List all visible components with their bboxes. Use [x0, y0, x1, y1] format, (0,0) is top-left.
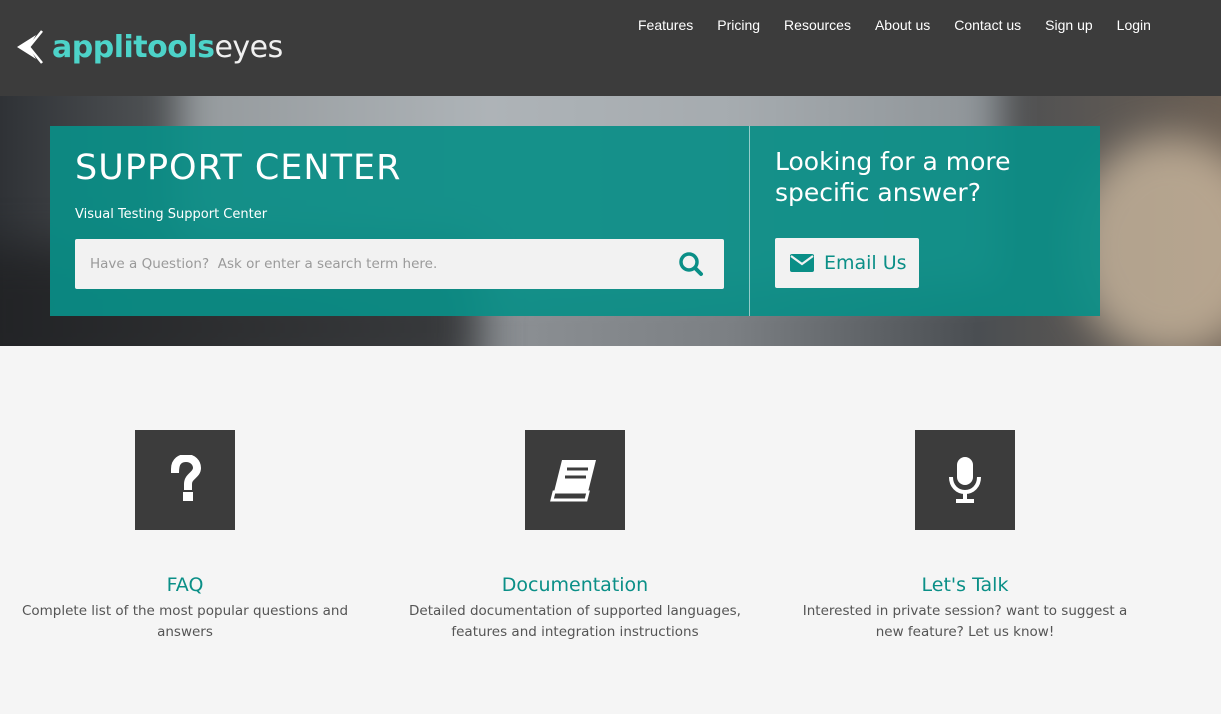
- faq-description: Complete list of the most popular questi…: [21, 603, 349, 640]
- nav-pricing[interactable]: Pricing: [705, 16, 772, 34]
- search-input[interactable]: [75, 239, 665, 289]
- support-center-title: SUPPORT CENTER: [75, 148, 402, 188]
- email-us-label: Email Us: [824, 252, 907, 274]
- search-icon: [679, 252, 703, 276]
- nav-login[interactable]: Login: [1105, 16, 1163, 34]
- lets-talk-tile[interactable]: [915, 430, 1015, 530]
- microphone-icon: [949, 457, 981, 503]
- support-center-subtitle: Visual Testing Support Center: [75, 207, 268, 222]
- nav-about-us[interactable]: About us: [863, 16, 942, 34]
- envelope-icon: [790, 254, 814, 272]
- lets-talk-title[interactable]: Let's Talk: [770, 573, 1160, 597]
- main-nav: Features Pricing Resources About us Cont…: [626, 16, 1163, 34]
- search-button[interactable]: [675, 250, 709, 278]
- nav-features[interactable]: Features: [626, 16, 705, 34]
- specific-answer-heading: Looking for a more specific answer?: [775, 147, 1011, 207]
- panel-divider: [749, 126, 750, 316]
- documentation-tile[interactable]: [525, 430, 625, 530]
- nav-contact-us[interactable]: Contact us: [942, 16, 1033, 34]
- lets-talk-description: Interested in private session? want to s…: [802, 603, 1128, 640]
- search-box: [75, 239, 724, 289]
- nav-resources[interactable]: Resources: [772, 16, 863, 34]
- logo-mark-icon: [17, 30, 43, 64]
- nav-sign-up[interactable]: Sign up: [1033, 16, 1104, 34]
- email-us-button[interactable]: Email Us: [775, 238, 919, 288]
- documentation-title[interactable]: Documentation: [380, 573, 770, 597]
- documentation-description: Detailed documentation of supported lang…: [409, 603, 741, 640]
- top-header: applitoolseyes Features Pricing Resource…: [0, 0, 1221, 96]
- logo-text-eyes: eyes: [214, 29, 283, 65]
- faq-tile[interactable]: [135, 430, 235, 530]
- question-icon: [170, 455, 202, 501]
- applitools-logo[interactable]: applitoolseyes: [14, 27, 283, 67]
- book-icon: [550, 460, 596, 502]
- faq-title[interactable]: FAQ: [0, 573, 380, 597]
- logo-text-applitools: applitools: [52, 29, 215, 65]
